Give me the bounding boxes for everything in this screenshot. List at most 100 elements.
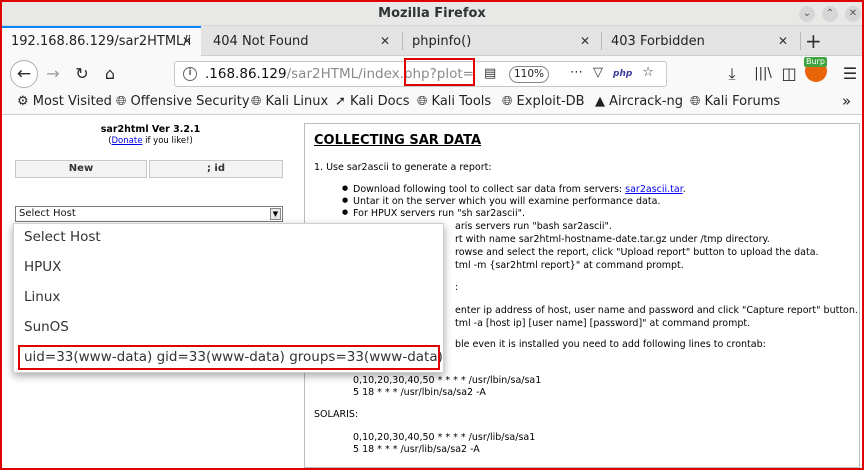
bookmark-label: Offensive Security	[130, 94, 250, 109]
home-icon[interactable]: ⌂	[100, 62, 120, 86]
bookmark-kali-docs[interactable]: ➚ Kali Docs	[335, 94, 410, 109]
zoom-level[interactable]: 110%	[509, 66, 549, 83]
burp-badge: Burp	[804, 57, 827, 67]
bookmark-offensive-security[interactable]: 🌐︎ Offensive Security	[116, 94, 250, 109]
pocket-icon[interactable]: ▽	[593, 65, 603, 80]
sidebar-icon[interactable]: ◫	[779, 62, 799, 86]
list-item: tml -a [host ip] [user name] [password]"…	[455, 318, 751, 329]
list-item: tml -m {sar2html report}" at command pro…	[455, 260, 684, 271]
option-select-host[interactable]: Select Host	[24, 229, 101, 245]
new-tab-icon[interactable]: +	[805, 29, 822, 53]
globe-icon: 🌐︎	[417, 94, 428, 109]
sar2ascii-link[interactable]: sar2ascii.tar	[625, 184, 683, 195]
url-actions: ⋯ ▽ php ☆	[570, 65, 664, 80]
select-host-options: Select Host HPUX Linux SunOS uid=33(www-…	[13, 223, 444, 373]
browser-window: Mozilla Firefox ⌄ ⌃ ✕ 192.168.86.129/sar…	[0, 0, 864, 470]
globe-icon: 🌐︎	[251, 94, 262, 109]
crontab-line: 0,10,20,30,40,50 * * * * /usr/lbin/sa/sa…	[353, 375, 542, 386]
command-button[interactable]: ; id	[149, 160, 283, 178]
version-label: sar2html Ver 3.2.1	[100, 124, 201, 135]
list-item: Download following tool to collect sar d…	[342, 184, 686, 195]
tab-404[interactable]: 404 Not Found ✕	[204, 26, 402, 56]
section-text: :	[455, 282, 459, 293]
tab-sar2html[interactable]: 192.168.86.129/sar2HTML/i ✕	[2, 26, 201, 56]
tab-403[interactable]: 403 Forbidden ✕	[602, 26, 800, 56]
globe-icon: 🌐︎	[690, 94, 701, 109]
close-window-icon[interactable]: ✕	[845, 6, 861, 22]
bookmark-label: Kali Linux	[265, 94, 329, 109]
url-highlight-box	[404, 58, 475, 86]
menu-icon[interactable]: ☰	[842, 62, 858, 86]
bookmark-label: Kali Tools	[431, 94, 492, 109]
bookmark-label: Aircrack-ng	[609, 94, 684, 109]
list-item-text: .	[682, 184, 686, 195]
aircrack-icon: ▲	[595, 94, 605, 109]
bookmark-star-icon[interactable]: ☆	[642, 65, 654, 80]
bookmark-label: Exploit-DB	[516, 94, 585, 109]
bookmarks-toolbar: ⚙ Most Visited 🌐︎ Offensive Security 🌐︎ …	[2, 92, 862, 115]
burp-extension-icon[interactable]: Burp	[804, 57, 831, 84]
list-item: Untar it on the server which you will ex…	[342, 196, 660, 207]
maximize-icon[interactable]: ⌃	[822, 6, 838, 22]
crontab-line: 5 18 * * * /usr/lbin/sa/sa2 -A	[353, 387, 486, 398]
gear-icon: ⚙	[17, 94, 29, 109]
globe-icon: 🌐︎	[116, 94, 127, 109]
bookmark-kali-linux[interactable]: 🌐︎ Kali Linux	[251, 94, 328, 109]
kali-dragon-icon: ➚	[335, 94, 346, 109]
bookmark-kali-tools[interactable]: 🌐︎ Kali Tools	[417, 94, 491, 109]
reader-view-icon[interactable]: ▤	[484, 66, 496, 81]
bookmark-label: Most Visited	[32, 94, 112, 109]
tab-close-icon[interactable]: ✕	[380, 34, 390, 48]
select-host-dropdown[interactable]: Select Host ▼	[15, 206, 283, 222]
downloads-icon[interactable]: ⤓	[722, 62, 742, 86]
library-icon[interactable]: |||\	[752, 62, 774, 86]
option-linux[interactable]: Linux	[24, 289, 60, 305]
reload-icon[interactable]: ↻	[72, 62, 92, 86]
new-button[interactable]: New	[15, 160, 147, 178]
bookmark-kali-forums[interactable]: 🌐︎ Kali Forums	[690, 94, 780, 109]
tab-separator	[800, 32, 801, 50]
tab-label: 404 Not Found	[213, 34, 309, 49]
tab-close-icon[interactable]: ✕	[182, 34, 192, 48]
list-item-text: Download following tool to collect sar d…	[353, 184, 626, 195]
tab-label: 403 Forbidden	[611, 34, 705, 49]
minimize-icon[interactable]: ⌄	[799, 6, 815, 22]
page-heading: COLLECTING SAR DATA	[314, 133, 482, 148]
solaris-label: SOLARIS:	[314, 409, 359, 420]
php-extension-icon[interactable]: php	[613, 69, 632, 79]
window-title: Mozilla Firefox	[378, 6, 486, 21]
list-item: rowse and select the report, click "Uplo…	[455, 247, 819, 258]
info-icon[interactable]: i	[183, 67, 197, 81]
donate-text: if you like!)	[142, 136, 193, 146]
globe-icon: 🌐︎	[502, 94, 513, 109]
tab-bar: 192.168.86.129/sar2HTML/i ✕ 404 Not Foun…	[2, 26, 862, 56]
url-host: .168.86.129	[205, 66, 287, 82]
bookmark-aircrack-ng[interactable]: ▲ Aircrack-ng	[595, 94, 683, 109]
tab-close-icon[interactable]: ✕	[778, 34, 788, 48]
list-item: enter ip address of host, user name and …	[455, 305, 858, 316]
list-item: aris servers run "bash sar2ascii".	[455, 221, 612, 232]
option-hpux[interactable]: HPUX	[24, 259, 61, 275]
tab-label: 192.168.86.129/sar2HTML/i	[11, 34, 192, 49]
section-text: ble even it is installed you need to add…	[455, 339, 766, 350]
select-host-value: Select Host	[19, 208, 76, 219]
bookmark-exploit-db[interactable]: 🌐︎ Exploit-DB	[502, 94, 585, 109]
bookmarks-overflow-icon[interactable]: »	[842, 92, 851, 110]
bookmark-most-visited[interactable]: ⚙ Most Visited	[17, 94, 112, 109]
list-item: rt with name sar2html-hostname-date.tar.…	[455, 234, 770, 245]
bookmark-label: Kali Docs	[350, 94, 410, 109]
forward-icon[interactable]: →	[43, 62, 63, 86]
tab-phpinfo[interactable]: phpinfo() ✕	[403, 26, 601, 56]
output-highlight-box	[18, 345, 440, 370]
option-sunos[interactable]: SunOS	[24, 319, 69, 335]
back-icon[interactable]: ←	[10, 60, 38, 88]
step-one-text: 1. Use sar2ascii to generate a report:	[314, 162, 492, 173]
donate-line: (Donate if you like!)	[2, 136, 299, 146]
title-bar: Mozilla Firefox ⌄ ⌃ ✕	[2, 2, 862, 26]
page-actions-icon[interactable]: ⋯	[570, 65, 583, 80]
dropdown-arrow-icon[interactable]: ▼	[270, 208, 281, 220]
tab-label: phpinfo()	[412, 34, 472, 49]
tab-close-icon[interactable]: ✕	[580, 34, 590, 48]
crontab-line: 0,10,20,30,40,50 * * * * /usr/lib/sa/sa1	[353, 432, 536, 443]
donate-link[interactable]: Donate	[112, 136, 143, 146]
